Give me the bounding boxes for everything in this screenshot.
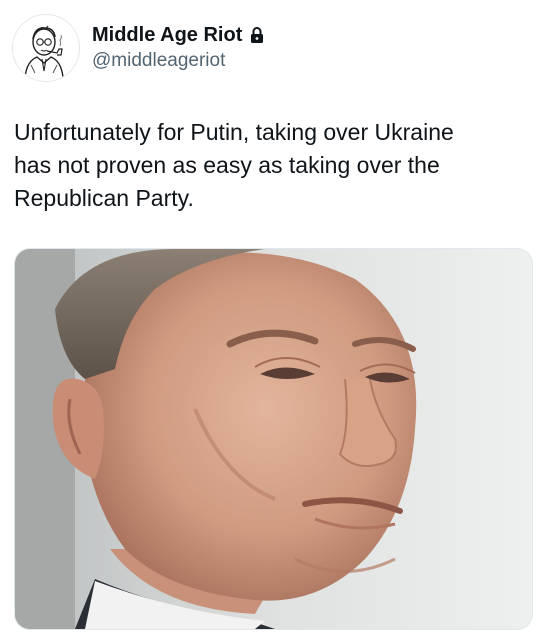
tweet-card: Middle Age Riot @middleageriot Unfortuna… [0,0,544,640]
avatar-cartoon-man-icon [13,15,79,81]
display-name[interactable]: Middle Age Riot [92,23,242,47]
portrait-photo [15,249,532,629]
avatar[interactable] [12,14,80,82]
author-names: Middle Age Riot @middleageriot [92,23,264,73]
user-handle[interactable]: @middleageriot [92,49,264,73]
lock-icon [250,26,264,44]
tweet-text: Unfortunately for Putin, taking over Ukr… [14,119,454,211]
display-name-row: Middle Age Riot [92,23,264,47]
tweet-photo[interactable] [14,248,533,630]
tweet-header: Middle Age Riot @middleageriot [12,14,264,82]
